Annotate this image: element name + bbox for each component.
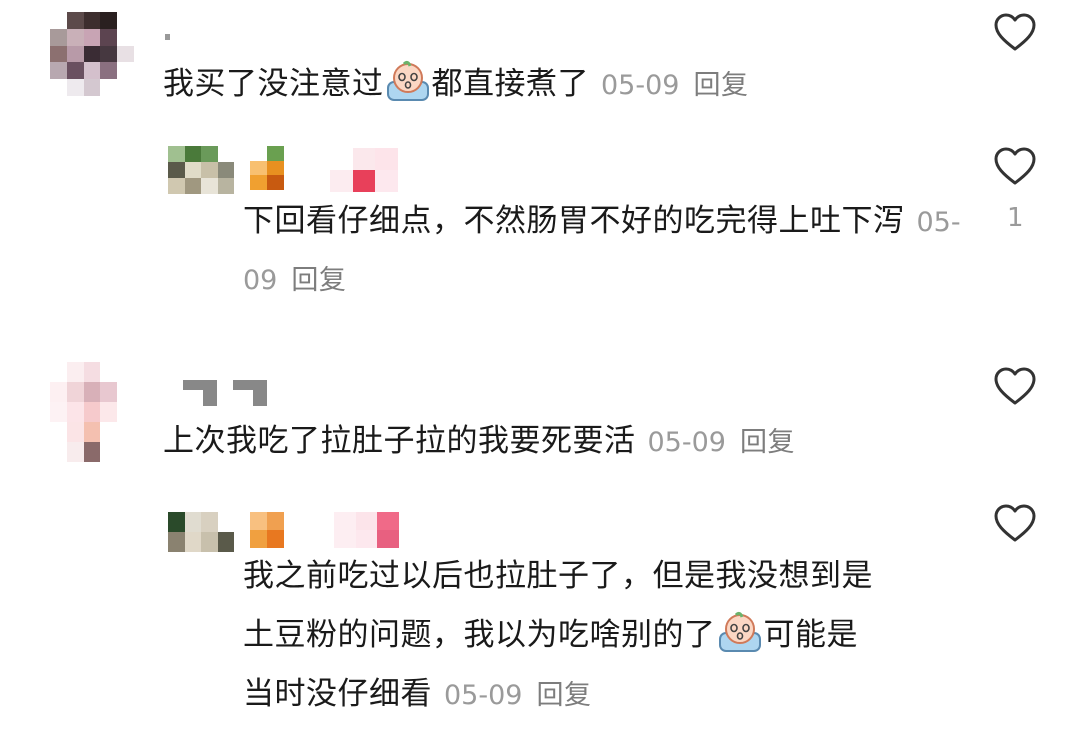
avatar[interactable] [50, 12, 134, 96]
heart-outline-icon [994, 147, 1036, 185]
reply-text: 下回看仔细点，不然肠胃不好的吃完得上吐下泻 05-09 回复 [243, 203, 961, 296]
crying-face-emoji-icon [386, 60, 429, 101]
crying-face-emoji-icon [718, 611, 761, 652]
comment-date: 05-09 [647, 427, 726, 458]
reply-avatar[interactable] [168, 146, 234, 194]
heart-outline-icon [994, 504, 1036, 542]
avatar[interactable] [50, 362, 134, 462]
username-blurred[interactable] [165, 34, 170, 40]
reply-button[interactable]: 回复 [740, 427, 795, 458]
comment-text: 上次我吃了拉肚子拉的我要死要活 05-09 回复 [163, 423, 795, 459]
like-button[interactable] [993, 12, 1037, 52]
reply-button[interactable]: 回复 [291, 265, 346, 296]
reply-name-blurred [330, 148, 420, 192]
like-button[interactable] [993, 146, 1037, 186]
reply-text-line: 我之前吃过以后也拉肚子了，但是我没想到是 [243, 558, 873, 594]
reply-text: 我之前吃过以后也拉肚子了，但是我没想到是 土豆粉的问题，我以为吃啥别的了 可能是 … [243, 548, 873, 724]
comment-text: 我买了没注意过 都直接煮了 05-09 回复 [163, 56, 748, 114]
reply-date: 05-09 [444, 680, 523, 711]
reply-name-blurred [334, 512, 420, 548]
reply-text-line: 当时没仔细看 05-09 回复 [243, 676, 592, 712]
like-button[interactable] [993, 366, 1037, 406]
like-count: 1 [1007, 203, 1024, 233]
reply-badge-blurred [250, 512, 284, 548]
reply-badge-blurred [250, 146, 284, 190]
reply-text-line: 土豆粉的问题，我以为吃啥别的了 可能是 [243, 607, 873, 663]
heart-outline-icon [994, 13, 1036, 51]
reply-button[interactable]: 回复 [693, 70, 748, 101]
comment-date: 05-09 [601, 70, 680, 101]
reply-avatar[interactable] [168, 512, 234, 552]
heart-outline-icon [994, 367, 1036, 405]
reply-button[interactable]: 回复 [536, 680, 591, 711]
like-button[interactable] [993, 503, 1037, 543]
